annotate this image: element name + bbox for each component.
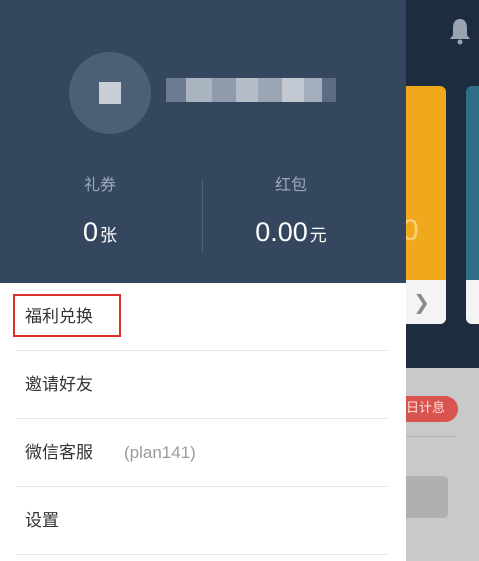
chevron-right-icon[interactable]: ❯ xyxy=(413,290,430,314)
red-packet-amount: 0.00 xyxy=(255,217,308,247)
avatar-image xyxy=(99,82,121,104)
red-packet-stat[interactable]: 红包 0.00 元 xyxy=(191,174,391,248)
menu-item-welfare-exchange[interactable]: 福利兑换 xyxy=(0,283,406,351)
coupon-stat[interactable]: 礼券 0张 xyxy=(0,174,200,248)
coupon-label: 礼券 xyxy=(83,175,116,194)
coupon-count: 0 xyxy=(82,217,99,247)
menu-item-invite-friends[interactable]: 邀请好友 xyxy=(0,351,406,419)
avatar[interactable] xyxy=(69,52,151,134)
menu-item-label: 福利兑换 xyxy=(25,307,93,327)
drawer-header: 礼券 0张 红包 0.00 元 xyxy=(0,0,406,283)
background-card-footer xyxy=(466,280,479,324)
coupon-unit: 张 xyxy=(100,226,118,246)
menu-divider xyxy=(16,554,388,555)
coupon-value: 0张 xyxy=(0,216,200,248)
drawer-menu: 福利兑换 邀请好友 微信客服 (plan141) 设置 xyxy=(0,283,406,555)
menu-item-label: 邀请好友 xyxy=(25,375,93,395)
side-drawer: 礼券 0张 红包 0.00元 福利兑换 邀请好友 微信客服 (plan141) xyxy=(0,0,406,561)
bell-icon[interactable] xyxy=(448,16,472,46)
background-card-teal[interactable] xyxy=(466,86,479,324)
username-blurred xyxy=(166,78,336,102)
menu-item-label: 微信客服 xyxy=(25,443,93,463)
menu-item-label: 设置 xyxy=(25,511,59,531)
red-packet-label: 红包 xyxy=(274,175,307,194)
menu-item-wechat-service[interactable]: 微信客服 (plan141) xyxy=(0,419,406,487)
wechat-service-id: (plan141) xyxy=(124,443,196,462)
red-packet-value: 0.00 元 xyxy=(191,216,391,248)
menu-item-settings[interactable]: 设置 xyxy=(0,487,406,555)
red-packet-unit: 元 xyxy=(309,226,327,246)
